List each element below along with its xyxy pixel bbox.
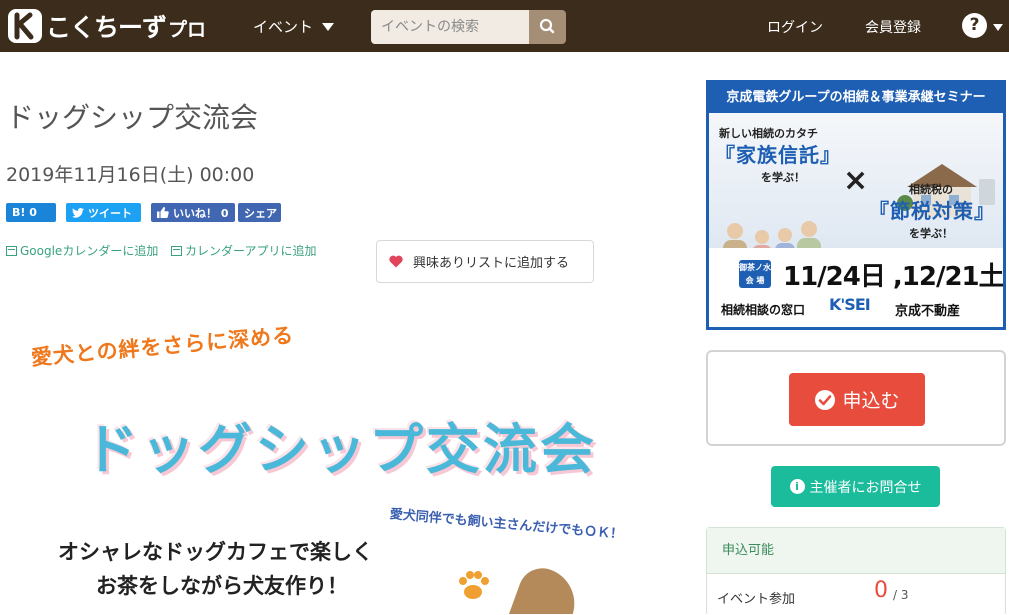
- availability-row: イベント参加 0 / 3: [707, 574, 1005, 615]
- interest-button-label: 興味ありリストに追加する: [413, 256, 570, 271]
- keisei-logo: K'SEI: [829, 295, 871, 314]
- chevron-down-icon: [322, 22, 335, 31]
- tweet-label: ツイート: [88, 206, 132, 220]
- contact-button-label: 主催者にお問合せ: [809, 479, 922, 496]
- paw-print-icon: [459, 571, 489, 599]
- google-calendar-label: Googleカレンダーに追加: [20, 244, 159, 258]
- participant-count: 0: [874, 578, 888, 603]
- event-flyer-image: 愛犬との絆をさらに深める ドッグシップ交流会 愛犬同伴でも飼い主さんだけでもＯＫ…: [6, 320, 696, 614]
- ad-text-tax-saving: 『節税対策』: [869, 199, 995, 223]
- search-button[interactable]: [529, 10, 566, 44]
- ad-dates: 11/24日 ,12/21土: [783, 262, 1004, 292]
- facebook-like-button[interactable]: いいね！ 0: [151, 203, 235, 222]
- tweet-button[interactable]: ツイート: [66, 203, 141, 222]
- search-icon: [539, 18, 555, 34]
- login-link[interactable]: ログイン: [767, 17, 823, 37]
- flyer-note: 愛犬同伴でも飼い主さんだけでもＯＫ！: [389, 507, 624, 543]
- flyer-title: ドッグシップ交流会: [84, 418, 597, 481]
- availability-status: 申込可能: [707, 528, 1005, 574]
- availability-panel: 申込可能 イベント参加 0 / 3: [706, 527, 1006, 615]
- thumbs-up-icon: [157, 207, 169, 218]
- availability-label: イベント参加: [717, 592, 796, 607]
- add-to-interest-list-button[interactable]: 興味ありリストに追加する: [376, 240, 594, 283]
- apply-button-label: 申込む: [842, 390, 900, 412]
- twitter-bird-icon: [72, 207, 84, 218]
- flyer-subtitle: 愛犬との絆をさらに深める: [30, 323, 295, 370]
- calendar-icon: [6, 245, 17, 256]
- ad-text-family-trust: 『家族信託』: [715, 143, 841, 167]
- ad-cross-mark: ×: [843, 163, 869, 198]
- event-menu[interactable]: イベント: [253, 16, 335, 37]
- hatena-bookmark-button[interactable]: B! 0: [6, 203, 56, 222]
- flyer-line-2: お茶をしながら犬友作り！: [96, 574, 348, 598]
- event-title: ドッグシップ交流会: [6, 101, 259, 134]
- ad-company-name: 京成不動産: [895, 304, 961, 319]
- flyer-line-1: オシャレなドッグカフェで楽しく: [58, 540, 373, 564]
- apply-panel: 申込む: [706, 350, 1006, 446]
- participant-capacity: / 3: [893, 588, 909, 602]
- calendar-app-link[interactable]: カレンダーアプリに追加: [171, 242, 317, 259]
- event-menu-label: イベント: [253, 18, 314, 36]
- ad-text-learn-2: を学ぶ！: [909, 227, 953, 240]
- logo-k-icon: [8, 9, 42, 43]
- logo-suffix: プロ: [168, 18, 207, 41]
- help-icon[interactable]: ?: [962, 13, 987, 38]
- heart-icon: [389, 255, 403, 268]
- calendar-app-label: カレンダーアプリに追加: [185, 244, 317, 258]
- info-icon: i: [789, 479, 805, 494]
- ad-heading: 京成電鉄グループの相続＆事業承継セミナー: [709, 83, 1003, 113]
- seminar-advertisement-banner[interactable]: 京成電鉄グループの相続＆事業承継セミナー 新しい相続のカタチ 『家族信託』 を学…: [706, 80, 1006, 330]
- register-link[interactable]: 会員登録: [865, 17, 921, 37]
- search-bar: [371, 10, 566, 44]
- calendar-icon: [171, 245, 182, 256]
- ad-bottom-area: 御茶ノ水 会 場 11/24日 ,12/21土 相続相談の窓口 K'SEI 京成…: [709, 248, 1004, 327]
- apply-button[interactable]: 申込む: [789, 373, 925, 426]
- help-chevron-down-icon[interactable]: [993, 24, 1003, 31]
- ad-text-learn-1: を学ぶ！: [761, 171, 805, 184]
- google-calendar-link[interactable]: Googleカレンダーに追加: [6, 242, 158, 259]
- event-date: 2019年11月16日(土) 00:00: [6, 164, 255, 186]
- like-label: いいね！ 0: [173, 206, 229, 220]
- logo-text: こくちーず: [46, 13, 167, 42]
- site-logo[interactable]: こくちーず プロ: [8, 9, 206, 43]
- contact-organizer-button[interactable]: i 主催者にお問合せ: [771, 466, 940, 507]
- ad-consultation-window: 相続相談の窓口: [721, 303, 806, 317]
- search-input[interactable]: [371, 10, 529, 44]
- facebook-share-button[interactable]: シェア: [238, 203, 281, 222]
- dog-photo: [507, 561, 585, 614]
- check-circle-icon: [815, 389, 836, 410]
- top-navigation-bar: こくちーず プロ イベント ログイン 会員登録 ?: [0, 0, 1009, 52]
- ad-venue-badge: 御茶ノ水 会 場: [739, 260, 771, 288]
